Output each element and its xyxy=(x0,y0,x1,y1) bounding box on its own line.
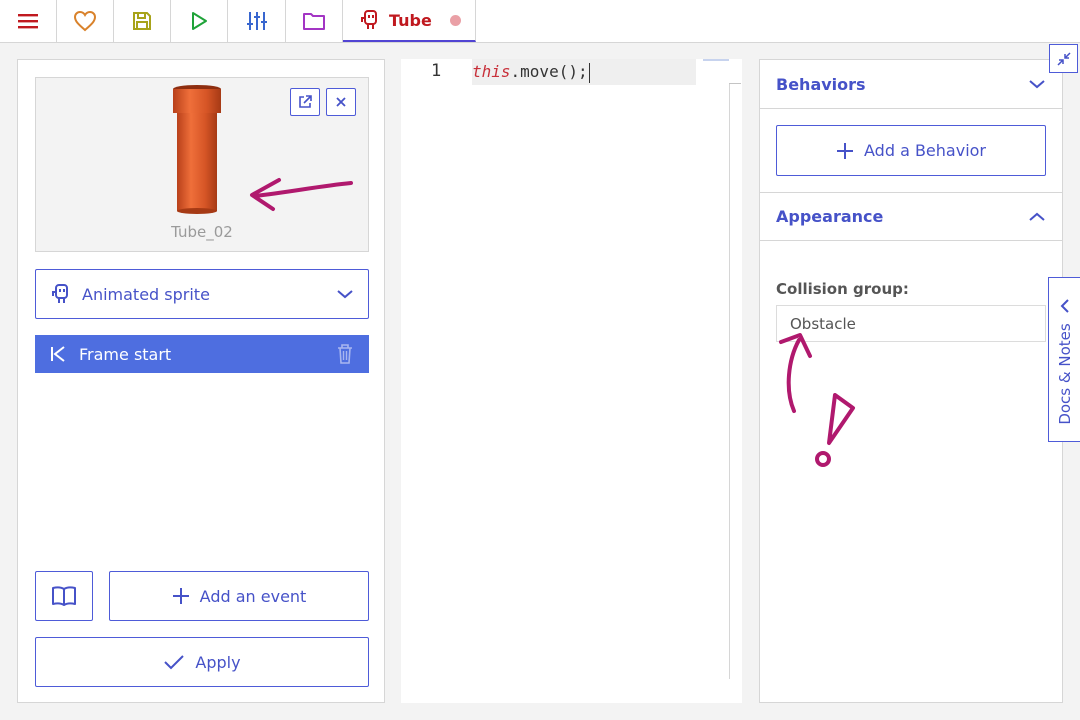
remove-sprite-button[interactable] xyxy=(326,88,356,116)
favorite-button[interactable] xyxy=(57,0,114,42)
text-cursor xyxy=(588,62,590,83)
project-files-button[interactable] xyxy=(286,0,343,42)
add-behavior-label: Add a Behavior xyxy=(864,141,986,160)
code-editor[interactable]: 1 this.move(); xyxy=(401,59,742,703)
heart-icon xyxy=(73,10,97,32)
appearance-title: Appearance xyxy=(776,207,884,226)
unsaved-indicator xyxy=(449,14,461,26)
close-icon xyxy=(336,97,346,107)
folder-icon xyxy=(303,13,325,30)
sprite-icon xyxy=(361,10,377,29)
open-in-editor-button[interactable] xyxy=(290,88,320,116)
left-panel: Tube_02 Animated sprite Frame start Add … xyxy=(17,59,385,703)
skip-start-icon xyxy=(51,346,65,362)
tube-sprite-image xyxy=(173,85,221,214)
collision-group-input[interactable] xyxy=(776,305,1046,342)
play-icon xyxy=(192,12,207,30)
behaviors-title: Behaviors xyxy=(776,74,866,94)
plus-icon xyxy=(837,142,853,159)
add-event-button[interactable]: Add an event xyxy=(109,571,369,621)
sliders-icon xyxy=(246,12,267,30)
external-link-icon xyxy=(299,95,312,108)
collision-group-label: Collision group: xyxy=(776,280,909,298)
chevron-left-icon xyxy=(1060,299,1069,313)
code-text: .move(); xyxy=(510,62,588,81)
apply-button[interactable]: Apply xyxy=(35,637,369,687)
tab-label: Tube xyxy=(389,10,432,30)
behaviors-header[interactable]: Behaviors xyxy=(760,60,1062,109)
top-toolbar: Tube xyxy=(0,0,1080,43)
chevron-down-icon xyxy=(337,290,353,299)
code-line[interactable]: this.move(); xyxy=(472,59,696,85)
properties-panel: Behaviors Add a Behavior Appearance Coll… xyxy=(759,59,1063,703)
appearance-header[interactable]: Appearance xyxy=(760,192,1062,241)
docs-notes-label: Docs & Notes xyxy=(1056,323,1074,425)
sprite-preview: Tube_02 xyxy=(35,77,369,252)
save-button[interactable] xyxy=(114,0,171,42)
sprite-type-label: Animated sprite xyxy=(82,284,210,304)
menu-icon xyxy=(18,14,38,29)
code-keyword: this xyxy=(472,62,511,81)
sprite-icon xyxy=(52,284,68,303)
sprite-type-select[interactable]: Animated sprite xyxy=(35,269,369,319)
chevron-down-icon xyxy=(1029,80,1045,89)
book-icon xyxy=(52,586,76,606)
play-button[interactable] xyxy=(171,0,228,42)
event-label: Frame start xyxy=(79,344,172,364)
apply-label: Apply xyxy=(195,652,241,672)
chevron-up-icon xyxy=(1029,212,1045,221)
add-event-label: Add an event xyxy=(199,586,307,606)
minimap[interactable] xyxy=(703,59,729,61)
checkmark-icon xyxy=(164,655,185,670)
sprite-name: Tube_02 xyxy=(171,223,233,241)
tab-tube[interactable]: Tube xyxy=(343,0,476,42)
collapse-panel-button[interactable] xyxy=(1049,44,1078,73)
menu-button[interactable] xyxy=(0,0,57,42)
docs-button[interactable] xyxy=(35,571,93,621)
line-number: 1 xyxy=(431,61,442,81)
trash-icon[interactable] xyxy=(335,343,355,365)
add-behavior-button[interactable]: Add a Behavior xyxy=(776,125,1046,176)
editor-scrollbar[interactable] xyxy=(729,83,730,679)
docs-notes-tab[interactable]: Docs & Notes xyxy=(1048,277,1080,442)
settings-button[interactable] xyxy=(228,0,286,42)
plus-icon xyxy=(172,588,189,604)
event-item-frame-start[interactable]: Frame start xyxy=(35,335,369,373)
scrollbar-marker xyxy=(729,83,741,84)
collapse-icon xyxy=(1056,51,1071,66)
save-icon xyxy=(133,12,151,30)
